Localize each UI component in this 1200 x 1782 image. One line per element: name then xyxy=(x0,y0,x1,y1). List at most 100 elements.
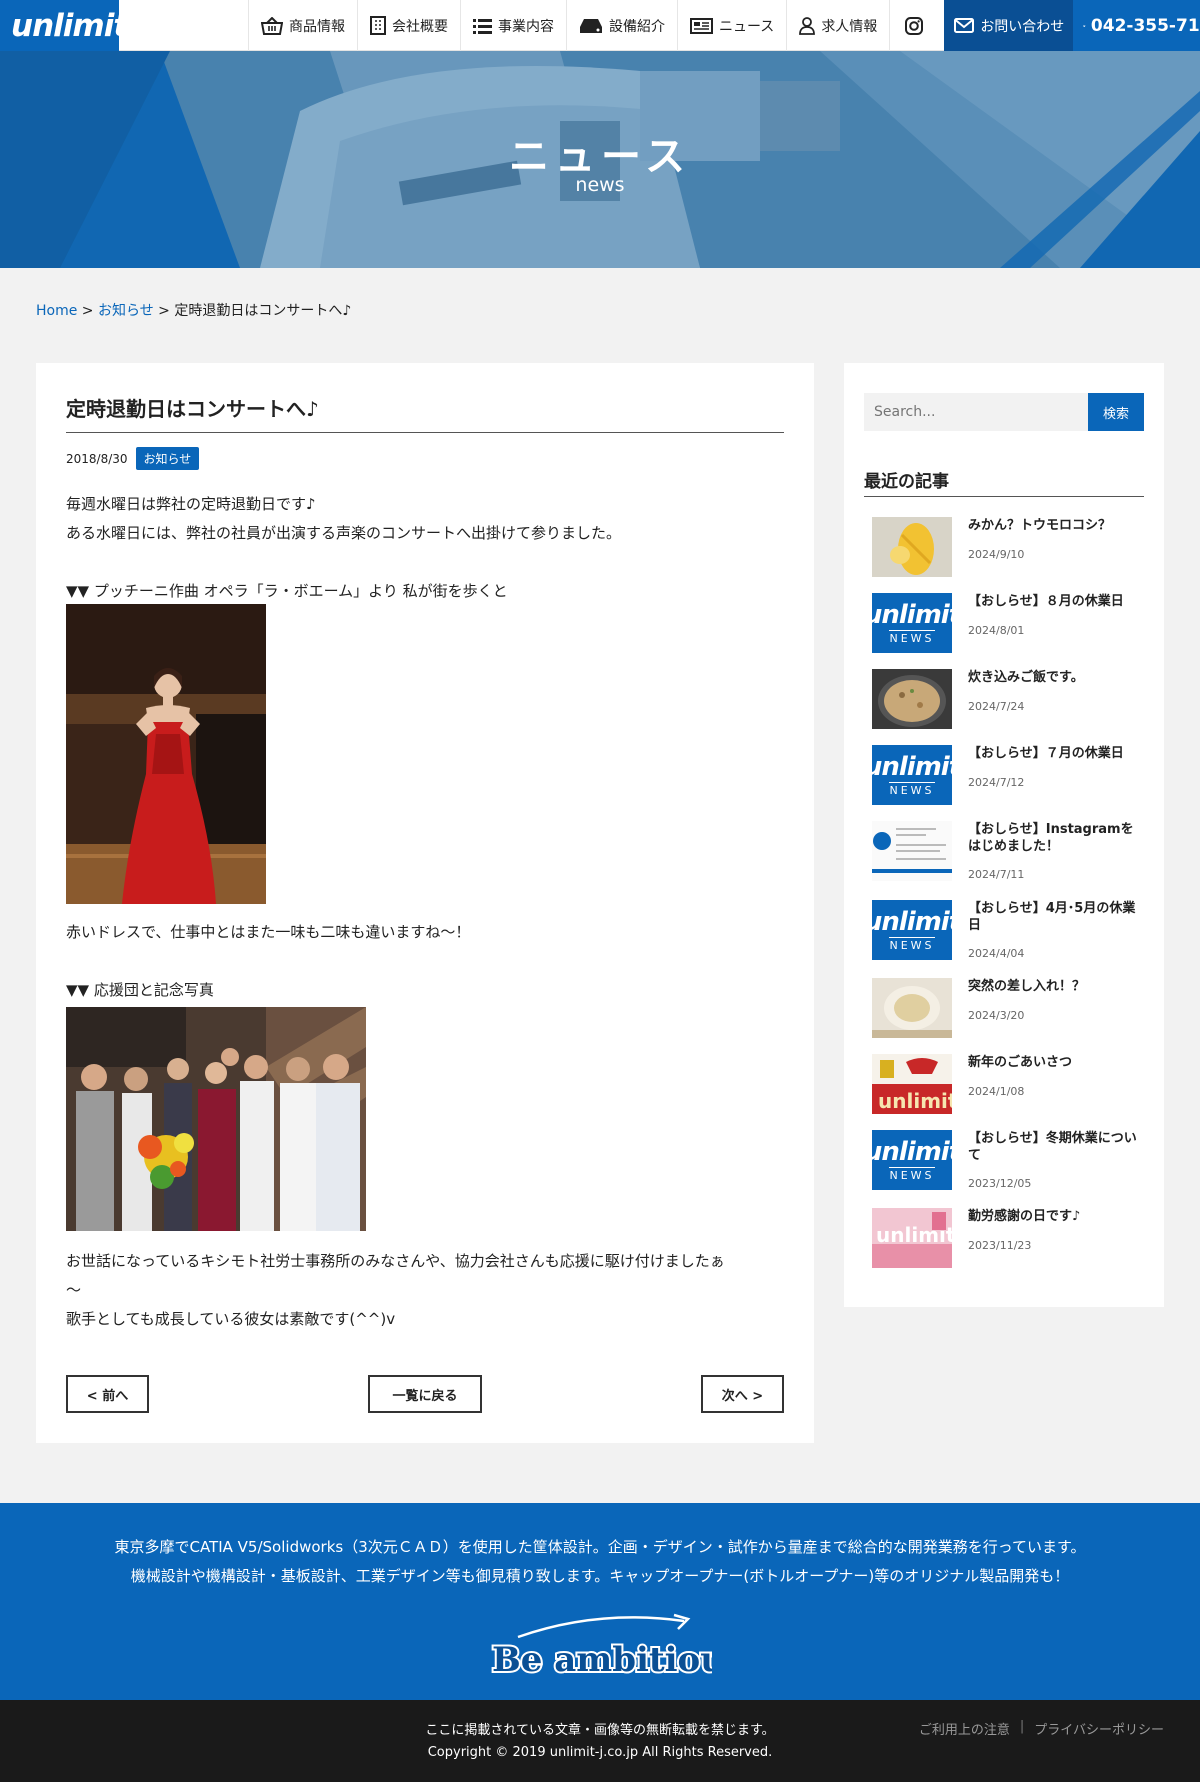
footer-links: ご利用上の注意 | プライバシーポリシー xyxy=(919,1719,1164,1738)
breadcrumb-category[interactable]: お知らせ xyxy=(98,303,154,319)
thumb-logo: unlimit xyxy=(872,599,952,630)
phone-number: 042-355-7110 xyxy=(1090,15,1200,36)
nav-label: 商品情報 xyxy=(289,18,345,35)
breadcrumb-current: 定時退勤日はコンサートへ♪ xyxy=(174,303,352,319)
news-thumbnail: unlimitNEWS xyxy=(872,593,952,653)
recent-post-item[interactable]: unlimitNEWS 【おしらせ】８月の休業日 2024/8/01 xyxy=(872,593,1144,655)
article-paragraph: ▼▼ 応援団と記念写真 xyxy=(66,981,214,999)
nav-label: 事業内容 xyxy=(498,18,554,35)
paragraph-line: 毎週水曜日は弊社の定時退勤日です♪ xyxy=(66,495,316,513)
building-icon xyxy=(370,16,386,35)
article-card: 定時退勤日はコンサートへ♪ 2018/8/30 お知らせ 毎週水曜日は弊社の定時… xyxy=(36,363,814,1443)
recent-posts-heading: 最近の記事 xyxy=(864,467,1144,497)
news-thumbnail: unlimitNEWS xyxy=(872,1130,952,1190)
nav-item-company[interactable]: 会社概要 xyxy=(357,0,460,51)
footer-main: 東京多摩でCATIA V5/Solidworks（3次元ＣＡＤ）を使用した筐体設… xyxy=(0,1503,1200,1700)
nav-item-products[interactable]: 商品情報 xyxy=(248,0,357,51)
thumb-logo: unlimit xyxy=(872,906,952,937)
post-thumbnail xyxy=(872,821,952,881)
link-separator: | xyxy=(1019,1719,1025,1734)
footer-description-line: 機械設計や機構設計・基板設計、工業デザイン等も御見積り致します。キャップオープナ… xyxy=(130,1567,1070,1585)
post-title: 突然の差し入れ！？ xyxy=(968,979,1086,994)
paragraph-line: 歌手としても成長している彼女は素敵です(^^)v xyxy=(66,1310,396,1328)
paragraph-line: お世話になっているキシモト社労士事務所のみなさんや、協力会社さんも応援に駆け付け… xyxy=(66,1252,725,1270)
page-hero: ニュース news xyxy=(0,51,1200,268)
contact-button[interactable]: お問い合わせ xyxy=(944,0,1074,51)
post-date: 2024/4/04 xyxy=(968,947,1025,960)
nav-item-news[interactable]: ニュース xyxy=(677,0,786,51)
recent-post-item[interactable]: 突然の差し入れ！？ 2024/3/20 xyxy=(872,978,1144,1040)
breadcrumb: Home > お知らせ > 定時退勤日はコンサートへ♪ xyxy=(36,300,351,320)
news-thumbnail: unlimitNEWS xyxy=(872,900,952,960)
breadcrumb-separator: > xyxy=(153,303,175,319)
nav-label: ニュース xyxy=(719,18,775,35)
back-to-list-button[interactable]: 一覧に戻る xyxy=(368,1375,482,1413)
footer-bottom: ここに掲載されている文章・画像等の無断転載を禁じます。 Copyright © … xyxy=(0,1700,1200,1782)
article-paragraph: 毎週水曜日は弊社の定時退勤日です♪ ある水曜日には、弊社の社員が出演する声楽のコ… xyxy=(66,490,786,548)
recent-post-item[interactable]: unlimitNEWS 【おしらせ】冬期休業について 2023/12/05 xyxy=(872,1130,1144,1192)
thumb-label: NEWS xyxy=(889,1166,935,1182)
category-badge[interactable]: お知らせ xyxy=(135,447,200,470)
post-title: 炊き込みご飯です。 xyxy=(968,670,1084,685)
post-thumbnail: unlimit xyxy=(872,1208,952,1268)
thumb-logo: unlimit xyxy=(872,1136,952,1167)
recent-post-item[interactable]: unlimit 勤労感謝の日です♪ 2023/11/23 xyxy=(872,1208,1144,1270)
article-date: 2018/8/30 xyxy=(66,451,128,466)
newspaper-icon xyxy=(690,17,713,34)
nav-label: 求人情報 xyxy=(821,18,878,35)
copyright-text: Copyright © 2019 unlimit-j.co.jp All Rig… xyxy=(427,1745,773,1760)
post-title: 勤労感謝の日です♪ xyxy=(968,1209,1081,1224)
recent-post-item[interactable]: 【おしらせ】Instagramをはじめました！ 2024/7/11 xyxy=(872,821,1144,883)
recent-post-item[interactable]: みかん？トウモロコシ？ 2024/9/10 xyxy=(872,517,1144,579)
thumb-logo: unlimit xyxy=(872,751,952,782)
post-title: 【おしらせ】７月の休業日 xyxy=(968,746,1124,761)
footer-description-line: 東京多摩でCATIA V5/Solidworks（3次元ＣＡＤ）を使用した筐体設… xyxy=(114,1538,1086,1556)
search-button[interactable]: 検索 xyxy=(1088,393,1144,431)
recent-post-item[interactable]: 炊き込みご飯です。 2024/7/24 xyxy=(872,669,1144,731)
search-input[interactable] xyxy=(864,393,1088,431)
breadcrumb-home[interactable]: Home xyxy=(36,303,77,319)
prev-post-button[interactable]: < 前へ xyxy=(66,1375,149,1413)
svg-text:Be ambitious.: Be ambitious. xyxy=(492,1640,712,1680)
post-thumbnail xyxy=(872,978,952,1038)
terms-link[interactable]: ご利用上の注意 xyxy=(919,1719,1010,1738)
post-thumbnail xyxy=(872,517,952,577)
hdd-icon xyxy=(580,18,602,33)
nav-item-recruit[interactable]: 求人情報 xyxy=(786,0,889,51)
nav-item-equipment[interactable]: 設備紹介 xyxy=(566,0,677,51)
recent-post-item[interactable]: unlimit 新年のごあいさつ 2024/1/08 xyxy=(872,1054,1144,1116)
sidebar: 検索 最近の記事 みかん？トウモロコシ？ 2024/9/10 unlimitNE… xyxy=(844,363,1164,1307)
article-paragraph: ▼▼ プッチーニ作曲 オペラ「ラ・ボエーム」より 私が街を歩くと xyxy=(66,582,508,600)
news-thumbnail: unlimitNEWS xyxy=(872,745,952,805)
svg-text:unlimit: unlimit xyxy=(878,1089,952,1113)
site-logo[interactable]: unlimit xyxy=(0,0,128,51)
phone-link[interactable]: 042-355-7110 xyxy=(1073,0,1200,51)
post-title: 新年のごあいさつ xyxy=(968,1055,1073,1070)
contact-label: お問い合わせ xyxy=(980,18,1065,35)
post-date: 2024/3/20 xyxy=(968,1009,1025,1022)
post-date: 2024/8/01 xyxy=(968,624,1025,637)
recent-post-item[interactable]: unlimitNEWS 【おしらせ】７月の休業日 2024/7/12 xyxy=(872,745,1144,807)
recent-post-item[interactable]: unlimitNEWS 【おしらせ】4月･5月の休業日 2024/4/04 xyxy=(872,900,1144,962)
paragraph-line: 〜 xyxy=(66,1281,82,1299)
nav-item-business[interactable]: 事業内容 xyxy=(460,0,566,51)
post-thumbnail xyxy=(872,669,952,729)
post-date: 2023/12/05 xyxy=(968,1177,1032,1190)
next-post-button[interactable]: 次へ > xyxy=(701,1375,784,1413)
post-title: 【おしらせ】4月･5月の休業日 xyxy=(968,901,1136,933)
paragraph-line: ある水曜日には、弊社の社員が出演する声楽のコンサートへ出掛けて参りました。 xyxy=(66,524,622,542)
post-date: 2024/7/24 xyxy=(968,700,1025,713)
post-date: 2024/7/11 xyxy=(968,868,1025,881)
mail-icon xyxy=(954,18,975,33)
article-meta: 2018/8/30 お知らせ xyxy=(66,447,200,470)
basket-icon xyxy=(261,16,283,35)
nav-label: 会社概要 xyxy=(392,18,448,35)
list-icon xyxy=(473,18,492,34)
post-date: 2024/7/12 xyxy=(968,776,1025,789)
instagram-icon xyxy=(905,16,924,35)
privacy-link[interactable]: プライバシーポリシー xyxy=(1034,1719,1164,1738)
post-date: 2023/11/23 xyxy=(968,1239,1032,1252)
article-paragraph: お世話になっているキシモト社労士事務所のみなさんや、協力会社さんも応援に駆け付け… xyxy=(66,1247,786,1334)
instagram-link[interactable] xyxy=(889,0,944,51)
post-date: 2024/1/08 xyxy=(968,1085,1025,1098)
